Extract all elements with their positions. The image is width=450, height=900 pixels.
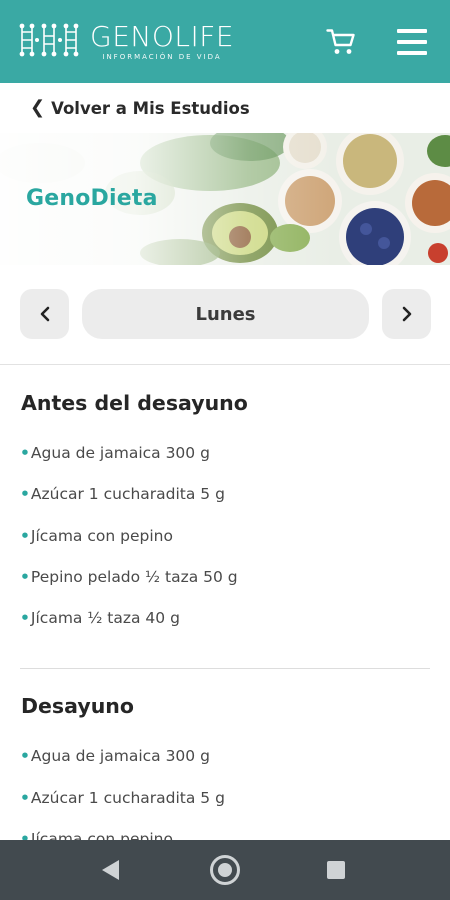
list-item: •Jícama con pepino bbox=[20, 527, 173, 545]
list-item-text: Azúcar 1 cucharadita 5 g bbox=[30, 789, 225, 807]
next-day-button[interactable] bbox=[382, 289, 431, 339]
dna-logo-icon bbox=[19, 23, 79, 57]
menu-button[interactable] bbox=[397, 29, 427, 55]
day-selector: Lunes bbox=[0, 289, 450, 341]
hamburger-menu-icon-bar bbox=[397, 51, 427, 55]
list-item: •Agua de jamaica 300 g bbox=[20, 747, 210, 765]
bullet: • bbox=[20, 747, 30, 765]
list-item-text: Agua de jamaica 300 g bbox=[30, 747, 210, 765]
list-item: •Azúcar 1 cucharadita 5 g bbox=[20, 485, 225, 503]
current-day-label[interactable]: Lunes bbox=[82, 289, 369, 339]
brand-tagline: INFORMACIÓN DE VIDA bbox=[102, 53, 222, 61]
bullet: • bbox=[20, 527, 30, 545]
list-item: •Azúcar 1 cucharadita 5 g bbox=[20, 789, 225, 807]
bullet: • bbox=[20, 485, 30, 503]
list-item-text: Pepino pelado ½ taza 50 g bbox=[30, 568, 238, 586]
section-divider bbox=[0, 364, 450, 365]
list-item: •Jícama ½ taza 40 g bbox=[20, 609, 180, 627]
meal-section-title: Antes del desayuno bbox=[21, 391, 248, 415]
hamburger-menu-icon-bar bbox=[397, 40, 427, 44]
list-item-text: Agua de jamaica 300 g bbox=[30, 444, 210, 462]
bullet: • bbox=[20, 444, 30, 462]
list-item: •Agua de jamaica 300 g bbox=[20, 444, 210, 462]
back-triangle-icon[interactable] bbox=[102, 860, 119, 880]
cart-button[interactable] bbox=[326, 28, 356, 56]
previous-day-button[interactable] bbox=[20, 289, 69, 339]
chevron-left-icon bbox=[40, 306, 49, 322]
page-title: GenoDieta bbox=[26, 186, 158, 211]
brand-name: GENOLIFE bbox=[90, 20, 235, 53]
bullet: • bbox=[20, 789, 30, 807]
list-item-text: Jícama ½ taza 40 g bbox=[30, 609, 180, 627]
recents-square-icon[interactable] bbox=[327, 861, 345, 879]
bullet: • bbox=[20, 568, 30, 586]
back-link-label: Volver a Mis Estudios bbox=[51, 98, 250, 118]
chevron-left-icon: ❮ bbox=[30, 97, 46, 118]
meal-section-title: Desayuno bbox=[21, 694, 134, 718]
back-to-studies-link[interactable]: ❮ Volver a Mis Estudios bbox=[30, 97, 250, 119]
list-item-text: Azúcar 1 cucharadita 5 g bbox=[30, 485, 225, 503]
bullet: • bbox=[20, 609, 30, 627]
hamburger-menu-icon bbox=[397, 29, 427, 33]
list-item: •Pepino pelado ½ taza 50 g bbox=[20, 568, 238, 586]
list-item-text: Jícama con pepino bbox=[30, 527, 173, 545]
home-circle-icon[interactable] bbox=[210, 855, 240, 885]
cart-icon bbox=[326, 29, 355, 54]
chevron-right-icon bbox=[402, 306, 411, 322]
app-header: GENOLIFE INFORMACIÓN DE VIDA bbox=[0, 0, 450, 83]
brand: GENOLIFE INFORMACIÓN DE VIDA bbox=[90, 20, 235, 62]
section-divider bbox=[20, 668, 430, 669]
genolife-logo[interactable]: GENOLIFE INFORMACIÓN DE VIDA bbox=[18, 22, 234, 62]
